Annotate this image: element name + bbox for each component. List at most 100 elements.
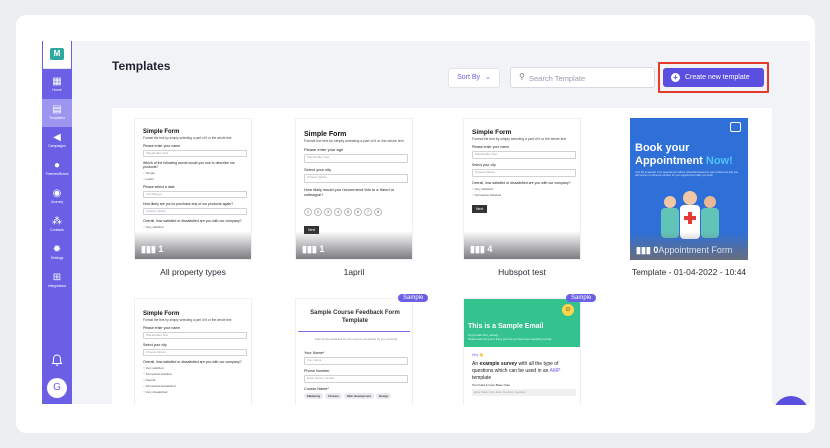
template-title[interactable]: Template - 01-04-2022 - 10:44	[609, 267, 769, 277]
chip-row: Marketing Finance Web development Design	[304, 393, 408, 399]
sort-label: Sort By	[457, 74, 481, 81]
form-question: Your Name*	[304, 351, 325, 355]
sidebar-item-label: Templates	[49, 116, 65, 120]
home-icon: ▦	[52, 76, 62, 87]
form-option: ○ Somewhat satisfied	[143, 372, 172, 376]
form-select: Choose Option	[143, 208, 247, 215]
template-thumbnail[interactable]: Book your Appointment Now! Your life is …	[630, 118, 748, 260]
search-icon: ⚲	[519, 72, 525, 81]
promo-headline: Book your Appointment Now!	[635, 142, 733, 167]
avatar[interactable]: G	[47, 378, 67, 398]
form-title: Simple Form	[472, 129, 512, 136]
app-logo[interactable]: M	[43, 41, 71, 69]
form-input: Placeholder Text	[143, 332, 247, 339]
responses-count: ▮▮▮ 4	[470, 244, 493, 254]
search-input[interactable]	[529, 71, 649, 85]
sidebar-item-journey[interactable]: ◉ Journey	[42, 183, 72, 211]
create-label: Create new template	[685, 74, 750, 81]
logo-mark: M	[50, 48, 64, 60]
templates-icon: ▤	[52, 104, 62, 115]
form-question: How likely are you to purchase any of ou…	[143, 202, 234, 206]
form-title: Simple Form	[143, 129, 180, 135]
responses-count: ▮▮▮ 1	[141, 244, 164, 254]
form-subtitle: Submit the feedback for the course compl…	[314, 337, 398, 341]
template-thumbnail[interactable]: Simple Form Format the text by simply se…	[295, 118, 413, 260]
sidebar-item-label: Integrations	[47, 284, 67, 288]
search-box[interactable]: ⚲	[510, 67, 655, 88]
chevron-down-icon: ⌄	[485, 74, 491, 81]
form-title: Simple Form	[304, 131, 347, 138]
divider	[298, 331, 410, 332]
sidebar-item-label: Journey	[50, 200, 64, 204]
main-content: Templates Sort By ⌄ ⚲ + Create new templ…	[72, 41, 810, 405]
gear-icon: ✹	[52, 244, 62, 255]
sidebar-item-home[interactable]: ▦ Home	[42, 71, 72, 99]
template-title[interactable]: 1april	[274, 267, 434, 277]
template-title[interactable]: Hubspot test	[442, 267, 602, 277]
form-subtitle: Format the text by simply selecting a pa…	[143, 318, 232, 322]
contacts-icon: ⁂	[52, 216, 62, 227]
responses-count: ▮▮▮ 1	[302, 244, 325, 254]
form-question: Please select a date	[143, 185, 175, 189]
template-title[interactable]: All property types	[113, 267, 273, 277]
sidebar-item-label: Home	[52, 88, 62, 92]
sidebar: M ▦ Home ▤ Templates ◀ Campaigns ● Theme…	[42, 41, 72, 404]
bar-chart-icon: ▮▮▮	[470, 244, 485, 254]
email-field-label: Text Field & Input Base Note	[472, 383, 511, 387]
form-option: ○ Very dissatisfied	[143, 390, 168, 394]
next-button: Next	[472, 205, 488, 213]
sidebar-item-campaigns[interactable]: ◀ Campaigns	[42, 127, 72, 155]
form-question: Select your city	[304, 167, 332, 172]
form-question: How likely would you recommend this to a…	[304, 187, 395, 197]
sidebar-item-settings[interactable]: ✹ Settings	[42, 239, 72, 267]
sort-dropdown[interactable]: Sort By ⌄	[448, 68, 500, 88]
form-subtitle: Format the text by simply selecting a pa…	[143, 136, 232, 140]
template-thumbnail[interactable]: ☺ This is a Sample Email Hi {{contact.fi…	[463, 298, 581, 405]
form-option: ○ Very satisfied	[143, 225, 164, 229]
create-new-template-button[interactable]: + Create new template	[663, 68, 764, 87]
form-option: ○ Simple	[143, 171, 155, 175]
journey-icon: ◉	[52, 188, 62, 199]
promo-subtext: Your life is special. Your appointment w…	[635, 171, 739, 178]
form-input: Placeholder Text	[304, 154, 408, 163]
form-question: Please enter your name	[143, 144, 181, 148]
form-input: Enter phone number	[304, 375, 408, 383]
palette-icon: ●	[53, 160, 61, 171]
calendar-icon	[730, 122, 741, 132]
form-question: Please enter your age	[304, 147, 344, 152]
email-hey: Hey 👋	[472, 353, 484, 357]
form-question: Overall, how satisfied or dissatisfied a…	[472, 181, 571, 185]
template-thumbnail[interactable]: Simple Form Format the text by simply se…	[134, 298, 252, 405]
form-option: ○ Somewhat Satisfied	[472, 193, 502, 197]
sidebar-item-contacts[interactable]: ⁂ Contacts	[42, 211, 72, 239]
form-question: Please enter your name	[472, 145, 510, 149]
template-thumbnail[interactable]: Sample Course Feedback Form Template Sub…	[295, 298, 413, 405]
template-thumbnail[interactable]: Simple Form Format the text by simply se…	[463, 118, 581, 260]
plus-icon: +	[671, 73, 680, 82]
form-input: Placeholder Text	[472, 151, 576, 159]
sample-badge: Sample	[566, 294, 597, 302]
form-input: Placeholder Text	[143, 150, 247, 157]
sidebar-item-integrations[interactable]: ⊞ Integrations	[42, 267, 72, 295]
sidebar-item-label: Campaigns	[48, 144, 66, 148]
form-question: Select your city	[143, 343, 167, 347]
form-select: Choose Option	[143, 349, 247, 356]
template-thumbnail[interactable]: Simple Form Format the text by simply se…	[134, 118, 252, 260]
sidebar-item-label: Contacts	[50, 228, 64, 232]
sidebar-item-templates[interactable]: ▤ Templates	[42, 99, 72, 127]
form-question: Phone Number	[304, 369, 330, 373]
form-question: Overall, how satisfied or dissatisfied a…	[143, 219, 242, 223]
email-banner-title: This is a Sample Email	[468, 323, 544, 330]
form-subtitle: Format the text by simply selecting a pa…	[304, 139, 404, 143]
form-subtitle: Format the text by simply selecting a pa…	[472, 137, 567, 141]
form-title: Simple Form	[143, 311, 180, 317]
sidebar-item-themes[interactable]: ● Themes/Brand	[42, 155, 72, 183]
form-option: ○ Neutral	[143, 378, 156, 382]
megaphone-icon: ◀	[53, 132, 61, 143]
smiley-icon: ☺	[562, 304, 574, 316]
form-question: Which of the following words would you u…	[143, 161, 235, 169]
page-title: Templates	[112, 59, 171, 73]
form-option: ○ Somewhat dissatisfied	[143, 384, 176, 388]
bell-icon[interactable]	[50, 354, 64, 368]
sidebar-item-label: Themes/Brand	[45, 172, 69, 176]
